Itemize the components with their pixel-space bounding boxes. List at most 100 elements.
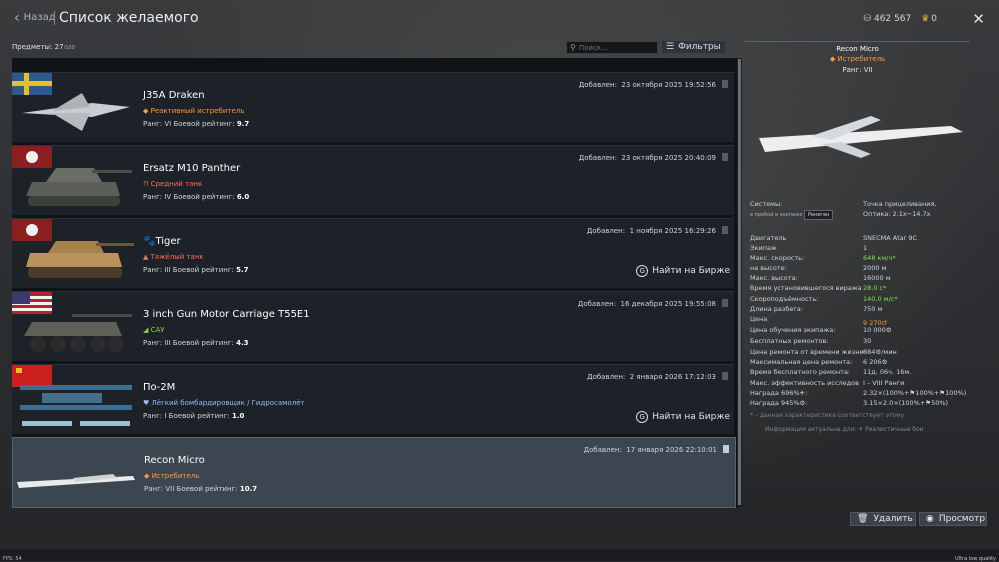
item-rank: Ранг: VI Боевой рейтинг: 9.7 [143, 120, 250, 128]
items-counter: Предметы: 27/100 [12, 43, 75, 51]
stat-label: Максимальная цена ремонта: [750, 358, 853, 366]
stat-value: SNECMA Atar 9C [863, 234, 918, 242]
stat-label: Награда 696%✈: [750, 389, 808, 397]
item-type: ◆ Реактивный истребитель [143, 107, 245, 115]
market-button[interactable]: G Найти на Бирже [636, 265, 730, 277]
back-label: Назад [23, 12, 56, 23]
detail-vehicle-rank: Ранг: VII [842, 66, 873, 74]
stat-value: 3.15×2.0×(100%+⚑50%) [863, 399, 949, 407]
golden-eagles-icon: ♛ [921, 14, 930, 24]
vehicle-image-po-2m [12, 365, 132, 426]
trash-icon[interactable] [722, 226, 728, 234]
filters-icon: ☰ [666, 42, 675, 52]
stat-value: 30 [863, 337, 872, 345]
item-added-date: Добавлен: 16 декабря 2025 19:55:08 [577, 300, 716, 308]
stat-label: Цена ремонта от времени жизни [750, 348, 864, 356]
item-type: ⊓ Средний танк [143, 180, 203, 188]
pilot-label: в пребой в экипаже [750, 212, 803, 218]
item-type: ♥ Лёгкий бомбардировщик / Гидросамолёт [143, 399, 305, 407]
item-type: ◢ САУ [143, 326, 165, 334]
vehicle-image-tiger [12, 219, 134, 278]
wishlist-item[interactable]: По-2М ♥ Лёгкий бомбардировщик / Гидросам… [12, 364, 734, 434]
stat-value: 884⚙/мин [863, 348, 897, 356]
item-rank: Ранг: I Боевой рейтинг: 1.0 [143, 412, 245, 420]
item-rank: Ранг: III Боевой рейтинг: 5.7 [143, 266, 249, 274]
item-rank: Ранг: IV Боевой рейтинг: 6.0 [143, 193, 250, 201]
item-added-date: Добавлен: 2 января 2026 17:12:03 [587, 373, 716, 381]
stat-value: 10 000⚙ [863, 326, 892, 334]
quality-label: Ultra low quality [955, 556, 996, 562]
stat-value: I – VIII Ранги [863, 379, 905, 387]
search-input[interactable] [578, 43, 649, 52]
wishlist-item[interactable]: J35A Draken ◆ Реактивный истребитель Ран… [12, 72, 734, 142]
item-added-date: Добавлен: 17 января 2026 22:10:01 [583, 446, 717, 454]
item-name: Recon Micro [144, 455, 205, 466]
trash-icon[interactable] [723, 445, 729, 453]
wishlist-item[interactable]: 🐾Tiger ▲ Тяжёлый танк Ранг: III Боевой р… [12, 218, 734, 288]
stat-value: 2000 м [863, 264, 887, 272]
stat-label: Двигатель [750, 234, 787, 242]
trash-icon[interactable] [722, 299, 728, 307]
gold-balance: ♛ 0 [921, 14, 937, 24]
wishlist-item[interactable]: Ersatz M10 Panther ⊓ Средний танк Ранг: … [12, 145, 734, 215]
pilot-badge[interactable]: Ренеген [804, 210, 834, 220]
stat-value: 2.32×(100%+⚑100%+⚑100%) [863, 389, 967, 397]
top-bar: ‹ Назад Список желаемого ⛁ 462 567 ♛ 0 ✕ [0, 0, 999, 38]
stat-label: Макс. эффективность исследов [750, 379, 859, 387]
page-title: Список желаемого [59, 10, 199, 26]
stat-value: 750 м [863, 305, 883, 313]
item-type: ▲ Тяжёлый танк [143, 253, 204, 261]
item-type: ◆ Истребитель [144, 472, 200, 480]
market-button[interactable]: G Найти на Бирже [636, 411, 730, 423]
back-button[interactable]: ‹ Назад [14, 11, 56, 25]
item-name: 🐾Tiger [143, 236, 181, 247]
market-coin-icon: G [636, 411, 649, 423]
bottom-status-bar [0, 549, 999, 561]
stat-value: 648 км/ч* [863, 254, 896, 262]
currency-display: ⛁ 462 567 ♛ 0 [863, 14, 937, 24]
divider [745, 41, 970, 42]
vehicle-image-ersatz-m10 [12, 146, 132, 206]
detail-vehicle-image [759, 116, 963, 158]
stat-label: Время установившегося виража [750, 284, 862, 292]
item-rank: Ранг: VII Боевой рейтинг: 10.7 [144, 485, 258, 493]
search-box[interactable]: ⚲ [566, 41, 658, 54]
stat-label: Макс. скорость: [750, 254, 805, 262]
divider [54, 11, 55, 25]
stat-label: на высоте: [750, 264, 787, 272]
trash-icon[interactable] [722, 372, 728, 380]
silver-balance: ⛁ 462 567 [863, 14, 912, 24]
silver-lions-icon: ⛁ [863, 14, 871, 24]
trash-icon[interactable] [722, 80, 728, 88]
trash-icon[interactable] [722, 153, 728, 161]
stat-label: Бесплатных ремонтов: [750, 337, 829, 345]
info-actuality: Информация актуальна для: ✈ Реалистичные… [765, 426, 924, 433]
stat-value: 1 [863, 244, 868, 252]
detail-vehicle-name: Recon Micro [836, 45, 879, 53]
item-name: По-2М [143, 382, 176, 393]
item-rank: Ранг: III Боевой рейтинг: 4.3 [143, 339, 249, 347]
stat-label: Длина разбега: [750, 305, 803, 313]
eye-icon: ◉ [926, 514, 934, 524]
item-added-date: Добавлен: 23 октября 2025 19:52:56 [578, 81, 716, 89]
scrollbar-thumb[interactable] [738, 59, 741, 505]
vehicle-image-recon-micro [17, 474, 135, 488]
wishlist-item[interactable]: 3 inch Gun Motor Carriage T55E1 ◢ САУ Ра… [12, 291, 734, 361]
delete-button[interactable]: 🗑 Удалить [850, 512, 916, 526]
stat-label: Награда 945%⚙: [750, 399, 808, 407]
stat-value: 11д. 06ч. 16м. [863, 368, 912, 376]
close-icon[interactable]: ✕ [972, 10, 985, 28]
stat-value: 140.0 м/с* [863, 295, 898, 303]
stat-label: Экипаж [750, 244, 777, 252]
footnote: * – данная характеристика соответствует … [750, 412, 905, 419]
filters-button[interactable]: ☰ Фильтры [662, 41, 725, 53]
item-name: J35A Draken [143, 90, 205, 101]
item-name: 3 inch Gun Motor Carriage T55E1 [143, 309, 310, 320]
stat-label: Цена обучения экипажа: [750, 326, 836, 334]
detail-vehicle-type: ◆ Истребитель [829, 55, 886, 63]
stat-value: 16000 м [863, 274, 891, 282]
wishlist-item-selected[interactable]: Recon Micro ◆ Истребитель Ранг: VII Боев… [12, 437, 736, 508]
vehicle-detail-panel: Recon Micro ◆ Истребитель Ранг: VII Сист… [745, 38, 970, 518]
vehicle-image-t55e1 [12, 292, 132, 352]
view-button[interactable]: ◉ Просмотр [919, 512, 987, 526]
